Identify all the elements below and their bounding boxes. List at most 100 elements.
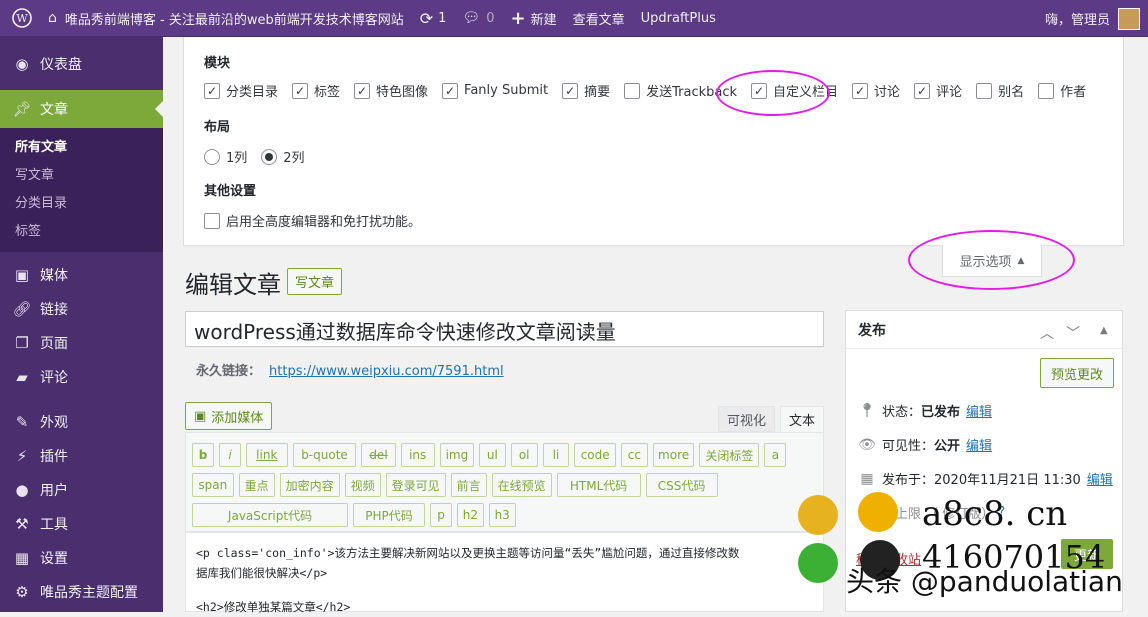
- quicktag-button[interactable]: 在线预览: [491, 473, 552, 497]
- layout-two-columns[interactable]: 2列: [261, 147, 305, 166]
- tab-text[interactable]: 文本: [780, 406, 825, 432]
- updraftplus-link[interactable]: UpdraftPlus: [633, 0, 724, 37]
- quicktag-button[interactable]: ul: [479, 443, 506, 467]
- module-tags[interactable]: ✓ 标签: [292, 81, 340, 100]
- layout-one-column[interactable]: 1列: [204, 147, 247, 166]
- checkbox[interactable]: ✓: [204, 82, 220, 99]
- post-title-input[interactable]: wordPress通过数据库命令快速修改文章阅读量: [185, 311, 824, 347]
- post-content-textarea[interactable]: <p class='con_info'>该方法主要解决新网站以及更换主题等访问量…: [185, 532, 824, 614]
- menu-plugins[interactable]: ⚡︎ 插件: [0, 439, 163, 473]
- edit-date-link[interactable]: 编辑: [1087, 469, 1113, 488]
- checkbox[interactable]: [976, 82, 993, 99]
- quicktag-button[interactable]: PHP代码: [353, 503, 425, 527]
- menu-dashboard[interactable]: ◉ 仪表盘: [0, 47, 163, 81]
- quicktag-button[interactable]: li: [542, 443, 570, 467]
- menu-settings[interactable]: ▦ 设置: [0, 541, 163, 575]
- module-author[interactable]: 作者: [1038, 81, 1086, 100]
- quicktag-button[interactable]: img: [439, 443, 474, 467]
- quicktag-button[interactable]: 关闭标签: [699, 443, 760, 467]
- visibility-value: 公开: [934, 439, 961, 454]
- checkbox[interactable]: ✓: [354, 82, 371, 99]
- wordpress-logo-icon[interactable]: W: [0, 0, 40, 37]
- quicktag-button[interactable]: CSS代码: [645, 473, 718, 497]
- calendar-icon: ▦: [860, 470, 874, 487]
- edit-status-link[interactable]: 编辑: [966, 401, 992, 420]
- quicktag-button[interactable]: 重点: [238, 473, 275, 497]
- checkbox[interactable]: ✓: [562, 82, 579, 99]
- quicktag-button[interactable]: HTML代码: [556, 473, 641, 497]
- checkbox[interactable]: ✓: [292, 82, 309, 99]
- move-up-icon[interactable]: ︿: [1040, 323, 1054, 343]
- permalink-url[interactable]: https://www.weipxiu.com/7591.html: [269, 364, 504, 379]
- menu-tools[interactable]: ⚒ 工具: [0, 507, 163, 541]
- menu-appearance[interactable]: ✎ 外观: [0, 405, 163, 439]
- module-excerpt[interactable]: ✓ 摘要: [562, 81, 610, 100]
- quicktag-button[interactable]: cc: [621, 443, 648, 467]
- menu-comments[interactable]: ▰ 评论: [0, 360, 163, 394]
- quicktag-button[interactable]: 视频: [344, 473, 381, 497]
- module-fanly-submit[interactable]: ✓ Fanly Submit: [442, 82, 548, 99]
- module-slug[interactable]: 别名: [976, 81, 1024, 100]
- quicktag-button[interactable]: JavaScript代码: [192, 503, 348, 527]
- radio-label: 1列: [226, 151, 248, 166]
- fullheight-editor-option[interactable]: 启用全高度编辑器和免打扰功能。: [204, 211, 421, 230]
- quicktag-button[interactable]: ins: [400, 443, 435, 467]
- write-post-button[interactable]: 写文章: [287, 268, 343, 295]
- menu-users[interactable]: ● 用户: [0, 473, 163, 507]
- new-content-link[interactable]: + 新建: [502, 0, 564, 37]
- site-name-link[interactable]: ⌂ 唯品秀前端博客 - 关注最前沿的web前端开发技术博客网站: [40, 0, 412, 37]
- quicktag-button[interactable]: del: [361, 443, 396, 467]
- pages-icon: ❐: [15, 334, 29, 352]
- quicktag-button[interactable]: b-quote: [292, 443, 357, 467]
- layout-heading: 布局: [204, 120, 231, 135]
- module-category[interactable]: ✓ 分类目录: [204, 81, 278, 100]
- quicktag-button[interactable]: span: [192, 473, 234, 497]
- checkbox[interactable]: [624, 82, 641, 99]
- submenu-all-posts[interactable]: 所有文章: [0, 134, 163, 162]
- menu-pages[interactable]: ❐ 页面: [0, 326, 163, 360]
- menu-links[interactable]: 🔗︎ 链接: [0, 292, 163, 326]
- checkbox[interactable]: ✓: [442, 82, 459, 99]
- quicktag-button[interactable]: 前言: [450, 473, 487, 497]
- tab-visual[interactable]: 可视化: [718, 406, 776, 432]
- quicktag-button[interactable]: link: [246, 443, 288, 467]
- submenu-write-post[interactable]: 写文章: [0, 162, 163, 190]
- quicktag-button[interactable]: a: [764, 443, 787, 467]
- menu-media[interactable]: ▣ 媒体: [0, 258, 163, 292]
- quicktag-button[interactable]: h3: [488, 503, 516, 527]
- checkbox[interactable]: ✓: [914, 82, 931, 99]
- radio[interactable]: [261, 148, 278, 165]
- move-down-icon[interactable]: ﹀: [1066, 323, 1080, 343]
- submenu-categories[interactable]: 分类目录: [0, 190, 163, 218]
- preview-changes-button[interactable]: 预览更改: [1040, 358, 1115, 388]
- menu-theme-config[interactable]: ⚙ 唯品秀主题配置: [0, 575, 163, 609]
- quicktag-button[interactable]: i: [219, 443, 241, 467]
- quicktag-button[interactable]: 加密内容: [279, 473, 340, 497]
- quicktag-button[interactable]: ol: [510, 443, 538, 467]
- radio[interactable]: [204, 148, 220, 165]
- quicktag-button[interactable]: more: [652, 443, 695, 467]
- watermark-handle: 头条 @panduolatian: [846, 565, 1123, 598]
- visibility-label: 可见性：: [882, 439, 935, 454]
- collapse-triangle-icon[interactable]: ▲: [1100, 325, 1108, 336]
- checkbox[interactable]: [204, 212, 220, 229]
- module-comments[interactable]: ✓ 评论: [914, 81, 962, 100]
- menu-posts[interactable]: 📌︎ 文章: [0, 90, 163, 128]
- comments-link[interactable]: 💬︎ 0: [454, 0, 502, 37]
- quicktag-button[interactable]: b: [192, 443, 214, 467]
- submenu-tags[interactable]: 标签: [0, 218, 163, 246]
- account-menu[interactable]: 嗨，管理员: [1037, 0, 1148, 37]
- quicktag-button[interactable]: 登录可见: [385, 473, 446, 497]
- module-featured-image[interactable]: ✓ 特色图像: [354, 81, 428, 100]
- view-post-link[interactable]: 查看文章: [565, 0, 633, 37]
- module-discussion[interactable]: ✓ 讨论: [852, 81, 900, 100]
- quicktag-button[interactable]: h2: [457, 503, 484, 527]
- quicktag-button[interactable]: p: [430, 503, 452, 527]
- permalink-label: 永久链接：: [196, 364, 262, 379]
- checkbox[interactable]: ✓: [852, 82, 869, 99]
- add-media-button[interactable]: ▣ 添加媒体: [185, 402, 273, 430]
- checkbox[interactable]: [1038, 82, 1055, 99]
- edit-visibility-link[interactable]: 编辑: [966, 435, 992, 454]
- updates-link[interactable]: ⟳ 1: [412, 0, 455, 37]
- quicktag-button[interactable]: code: [574, 443, 616, 467]
